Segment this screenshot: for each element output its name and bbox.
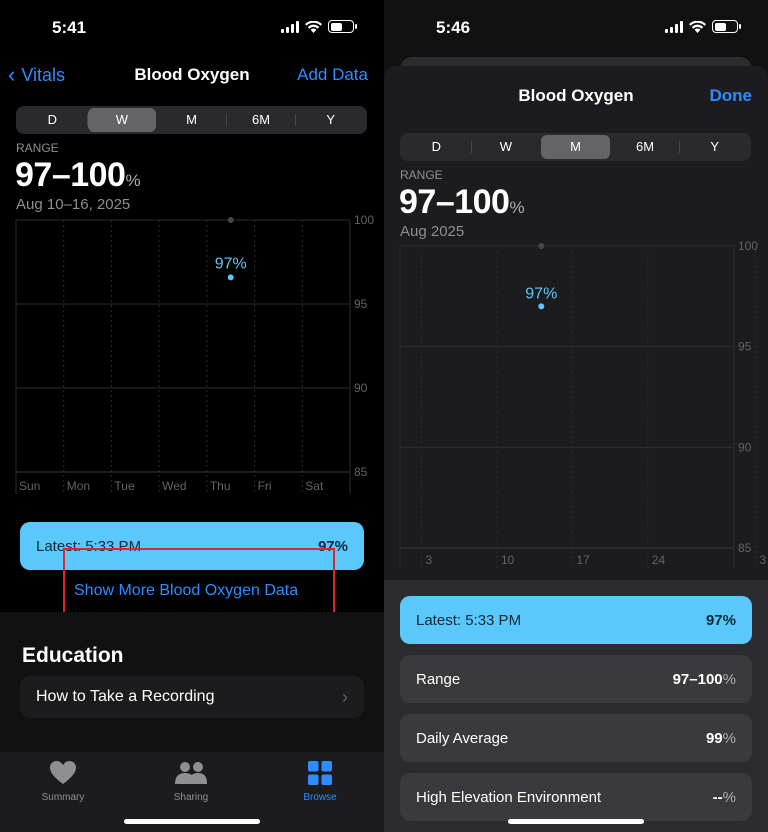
status-bar: 5:46 — [384, 0, 768, 56]
tab-browse[interactable]: Browse — [275, 760, 365, 803]
range-label: RANGE — [400, 168, 443, 182]
latest-label: Latest: 5:33 PM — [416, 611, 522, 629]
people-icon — [175, 762, 207, 784]
row-label: Daily Average — [416, 729, 509, 747]
status-bar: 5:41 — [0, 0, 384, 56]
segment-6m[interactable]: 6M — [611, 135, 680, 159]
chart-section: D W M 6M Y RANGE 97–100% Aug 2025 100 95 9… — [384, 118, 768, 580]
tab-label: Browse — [303, 792, 337, 803]
education-heading: Education — [22, 644, 124, 667]
row-value: --% — [712, 788, 736, 806]
segment-y[interactable]: Y — [680, 135, 749, 159]
data-sheet: Blood Oxygen Done D W M 6M Y RANGE 97–10… — [384, 66, 768, 832]
summary-section: Latest: 5:33 PM 97% Range 97–100% Daily … — [384, 580, 768, 832]
left-screen: 5:41 ‹ Vitals Blood Oxygen Add Data D W … — [0, 0, 384, 832]
segment-m[interactable]: M — [541, 135, 610, 159]
x-tick-label: Fri — [258, 479, 272, 493]
segment-w[interactable]: W — [472, 135, 541, 159]
range-value: 97–100% — [15, 156, 141, 194]
x-tick-label: 10 — [501, 553, 515, 567]
tab-summary[interactable]: Summary — [18, 760, 108, 803]
wifi-icon — [689, 20, 706, 33]
y-tick-label: 95 — [738, 340, 752, 354]
cellular-signal-icon — [665, 20, 683, 33]
segment-y[interactable]: Y — [296, 108, 365, 132]
row-label: How to Take a Recording — [36, 688, 215, 705]
x-tick-label: 17 — [576, 553, 590, 567]
high-elevation-row: High Elevation Environment --% — [400, 773, 752, 821]
home-indicator — [124, 819, 260, 824]
grid-icon — [308, 761, 332, 785]
x-tick-label: 24 — [652, 553, 666, 567]
range-label: RANGE — [16, 141, 59, 155]
latest-reading[interactable]: Latest: 5:33 PM 97% — [400, 596, 752, 644]
tab-bar: Summary Sharing Browse — [0, 752, 384, 832]
row-label: High Elevation Environment — [416, 788, 602, 806]
period-selector: D W M 6M Y — [400, 133, 751, 161]
segment-w[interactable]: W — [87, 108, 157, 132]
tab-label: Summary — [41, 792, 85, 803]
range-row: Range 97–100% — [400, 655, 752, 703]
segment-d[interactable]: D — [402, 135, 471, 159]
data-label: 97% — [525, 285, 557, 302]
battery-icon — [328, 20, 357, 33]
period-selector: D W M 6M Y — [16, 106, 367, 134]
y-tick-label: 85 — [738, 541, 752, 555]
segment-d[interactable]: D — [18, 108, 87, 132]
segment-6m[interactable]: 6M — [227, 108, 296, 132]
y-tick-label: 85 — [354, 465, 368, 479]
right-screen: 5:46 Blood Oxygen Done D W M 6M Y RANGE … — [384, 0, 768, 832]
data-point — [227, 217, 234, 223]
add-data-button[interactable]: Add Data — [297, 65, 368, 85]
x-tick-label: Wed — [162, 479, 186, 493]
done-button[interactable]: Done — [710, 86, 753, 106]
blood-oxygen-chart: 1009590853 10 17 24 397% — [399, 239, 767, 568]
blood-oxygen-chart: 100 95 90 85 Sun Mon Tue Wed Thu Fri Sat 97% — [15, 213, 374, 494]
range-value: 97–100% — [399, 183, 525, 221]
nav-bar: ‹ Vitals Blood Oxygen Add Data — [0, 56, 384, 94]
y-tick-label: 90 — [738, 440, 752, 454]
cellular-signal-icon — [281, 20, 299, 33]
x-tick-label: 3 — [426, 553, 433, 567]
data-point — [538, 243, 545, 249]
x-tick-label: Tue — [114, 479, 135, 493]
status-icons — [281, 20, 357, 33]
y-tick-label: 90 — [354, 381, 368, 395]
status-time: 5:41 — [52, 18, 87, 37]
data-point — [227, 274, 234, 281]
y-tick-label: 95 — [354, 297, 368, 311]
battery-icon — [712, 20, 741, 33]
data-point — [538, 303, 545, 310]
chevron-right-icon: › — [342, 686, 348, 707]
status-icons — [665, 20, 741, 33]
data-label: 97% — [215, 255, 247, 272]
wifi-icon — [305, 20, 322, 33]
x-tick-label: Sun — [19, 479, 40, 493]
tab-sharing[interactable]: Sharing — [146, 760, 236, 803]
row-label: Range — [416, 670, 461, 688]
row-value: 97–100% — [672, 670, 736, 688]
x-tick-label: 3 — [760, 553, 767, 567]
segment-m[interactable]: M — [157, 108, 226, 132]
x-tick-label: Mon — [67, 479, 90, 493]
tab-label: Sharing — [173, 792, 209, 803]
x-tick-label: Thu — [210, 479, 231, 493]
y-tick-label: 100 — [354, 213, 374, 227]
heart-icon — [50, 761, 76, 784]
daily-average-row: Daily Average 99% — [400, 714, 752, 762]
education-section: Education How to Take a Recording › — [0, 612, 384, 752]
status-time: 5:46 — [436, 18, 471, 37]
x-tick-label: Sat — [305, 479, 324, 493]
row-value: 99% — [705, 729, 736, 747]
home-indicator — [508, 819, 644, 824]
latest-value: 97% — [705, 611, 736, 629]
how-to-record-row[interactable]: How to Take a Recording › — [20, 676, 364, 718]
